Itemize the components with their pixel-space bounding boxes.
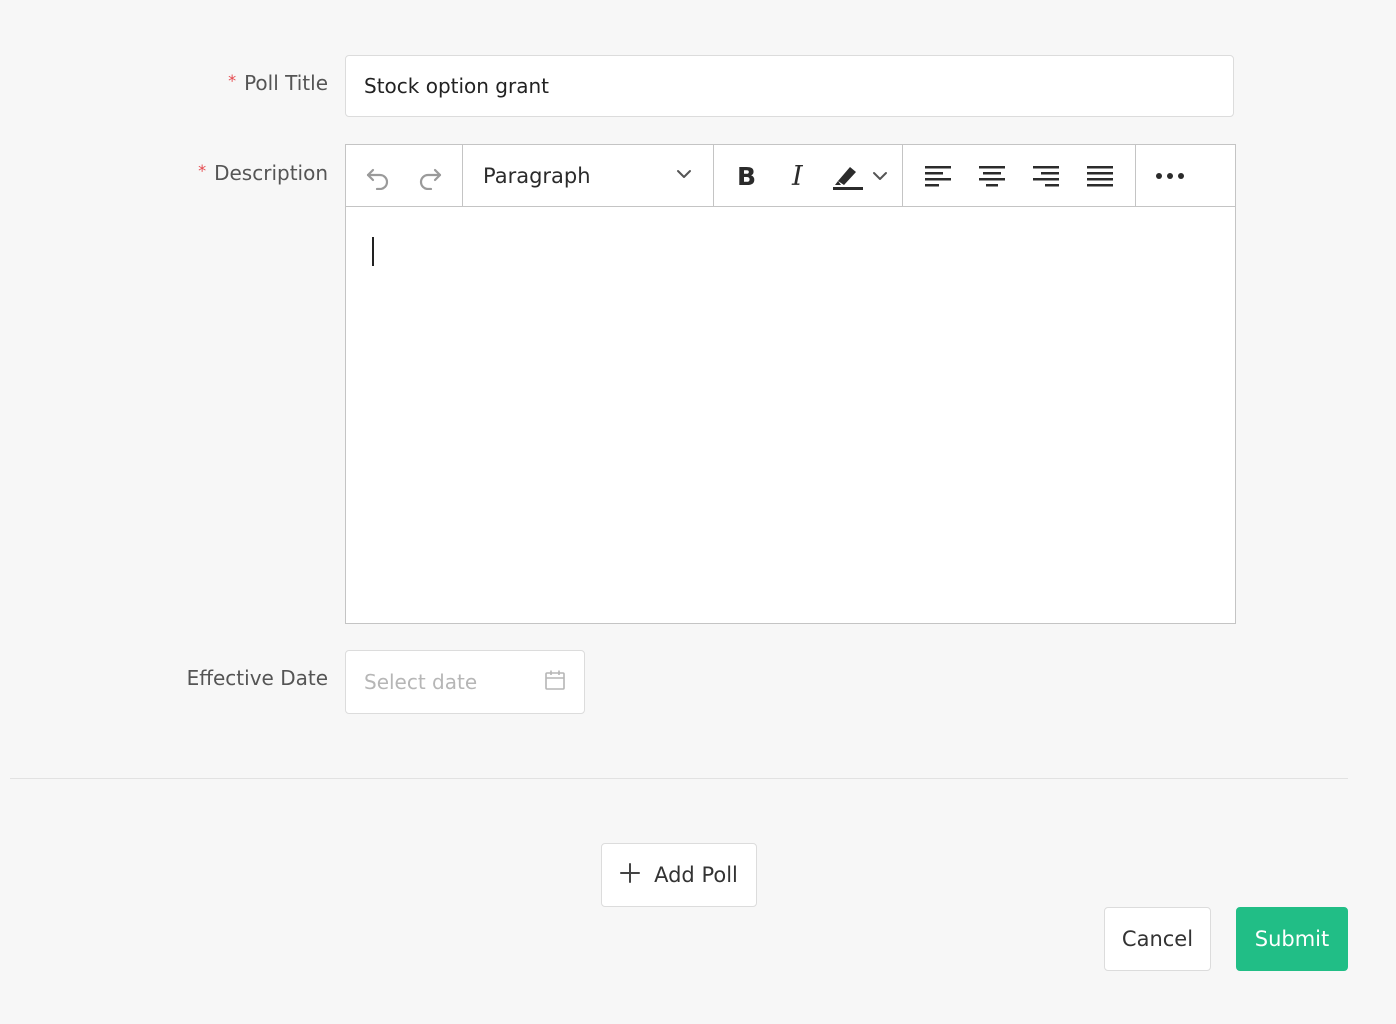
align-center-icon[interactable]: [965, 154, 1019, 198]
chevron-down-icon: [872, 168, 888, 184]
block-format-value: Paragraph: [483, 163, 591, 188]
text-style-group: B I: [714, 145, 903, 206]
highlight-dropdown[interactable]: [824, 154, 896, 198]
description-label-text: Description: [214, 161, 328, 185]
rich-text-editor: Paragraph B I: [345, 144, 1236, 624]
more-icon[interactable]: [1144, 154, 1196, 198]
undo-icon[interactable]: [352, 154, 404, 198]
more-group: [1136, 145, 1204, 206]
submit-label: Submit: [1254, 927, 1330, 951]
poll-title-input[interactable]: [345, 55, 1234, 117]
required-marker: *: [228, 71, 237, 90]
highlight-icon: [832, 161, 864, 191]
align-right-icon[interactable]: [1019, 154, 1073, 198]
italic-icon[interactable]: I: [772, 154, 824, 198]
poll-title-label-text: Poll Title: [244, 71, 328, 95]
effective-date-picker[interactable]: Select date: [345, 650, 585, 714]
required-marker: *: [198, 161, 207, 180]
history-group: [346, 145, 463, 206]
poll-form-page: * Poll Title * Description: [0, 0, 1396, 1024]
svg-text:B: B: [737, 163, 756, 189]
cancel-button[interactable]: Cancel: [1104, 907, 1211, 971]
editor-toolbar: Paragraph B I: [346, 145, 1235, 207]
bold-icon[interactable]: B: [720, 154, 772, 198]
calendar-icon: [544, 669, 566, 696]
section-divider: [10, 778, 1348, 779]
text-caret: [372, 237, 374, 266]
align-left-icon[interactable]: [911, 154, 965, 198]
poll-title-label: * Poll Title: [228, 71, 328, 95]
description-label: * Description: [198, 161, 328, 185]
add-poll-label: Add Poll: [654, 863, 738, 887]
chevron-down-icon: [675, 164, 693, 188]
block-format-select[interactable]: Paragraph: [469, 154, 707, 198]
plus-icon: [620, 862, 654, 888]
add-poll-button[interactable]: Add Poll: [601, 843, 757, 907]
svg-text:I: I: [791, 162, 804, 190]
alignment-group: [903, 145, 1136, 206]
cancel-label: Cancel: [1121, 927, 1194, 951]
effective-date-label: Effective Date: [186, 666, 328, 690]
date-placeholder: Select date: [364, 670, 478, 694]
submit-button[interactable]: Submit: [1236, 907, 1348, 971]
format-group: Paragraph: [463, 145, 714, 206]
justify-icon[interactable]: [1073, 154, 1127, 198]
redo-icon[interactable]: [404, 154, 456, 198]
editor-content-area[interactable]: [346, 207, 1235, 622]
